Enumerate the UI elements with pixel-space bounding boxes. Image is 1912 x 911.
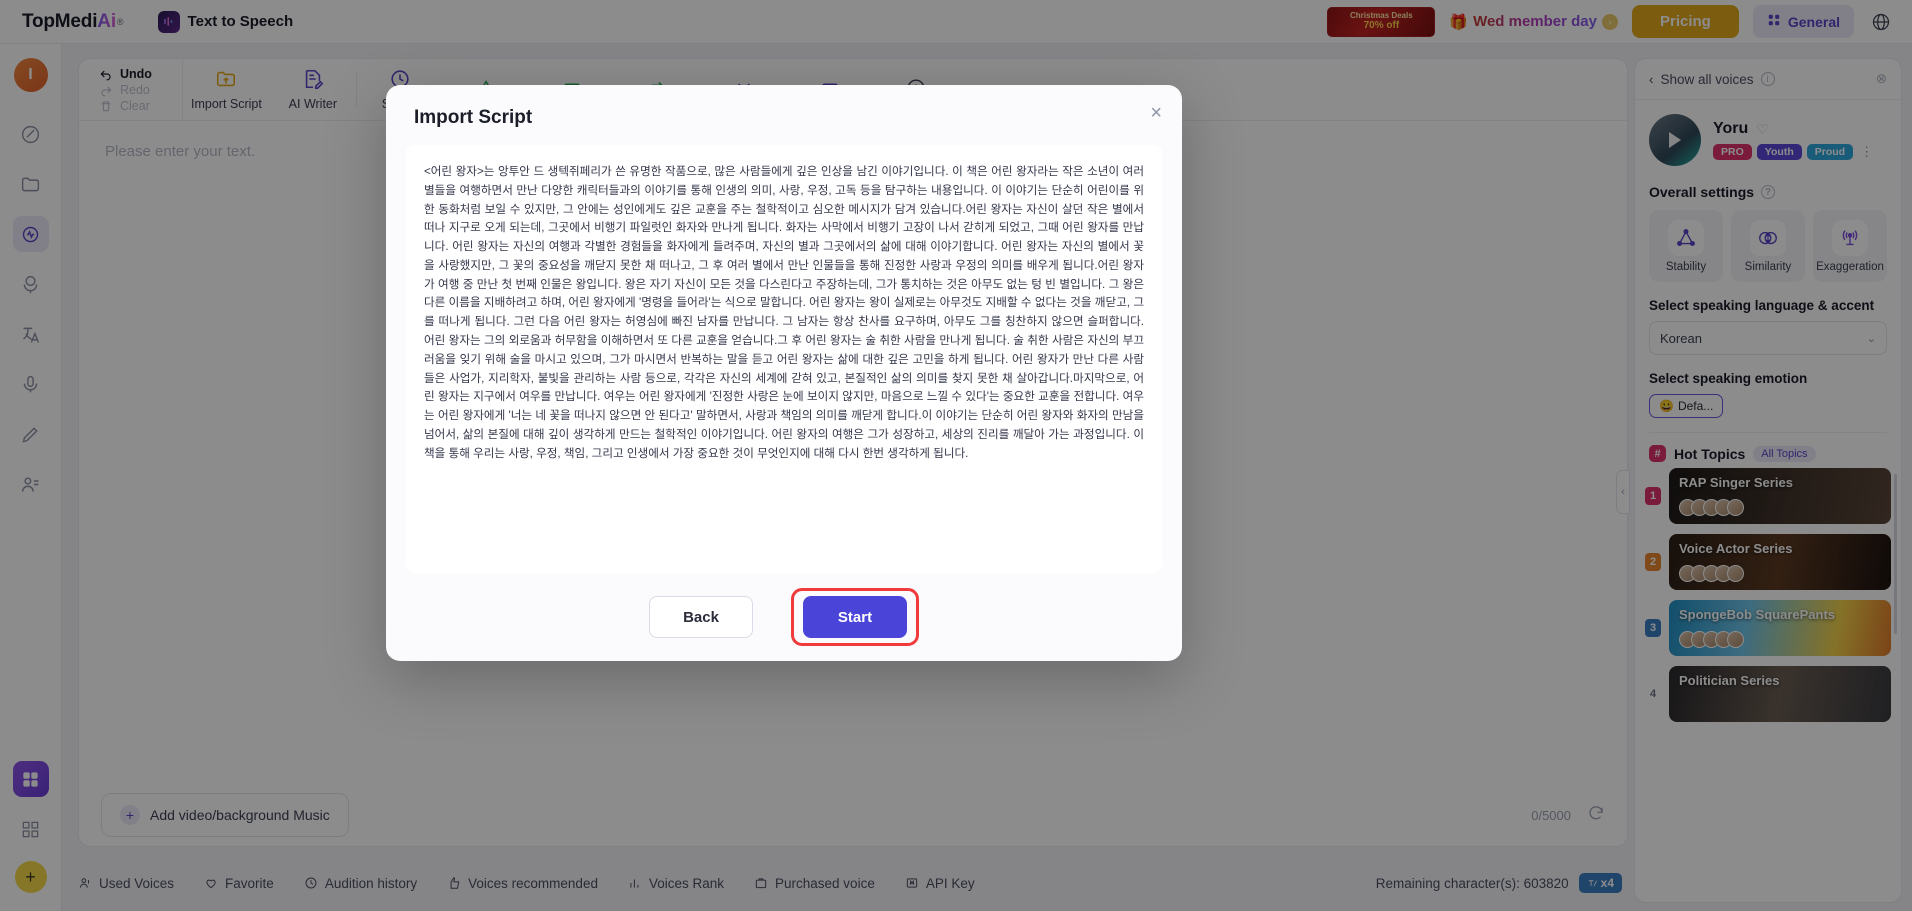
- start-button-highlight: Start: [791, 588, 919, 646]
- import-script-modal: Import Script × <어린 왕자>는 앙투안 드 생텍쥐페리가 쓴 …: [386, 85, 1182, 661]
- close-icon[interactable]: ×: [1150, 103, 1162, 123]
- back-button[interactable]: Back: [649, 596, 753, 638]
- modal-header: Import Script ×: [386, 85, 1182, 139]
- script-textarea[interactable]: <어린 왕자>는 앙투안 드 생텍쥐페리가 쓴 유명한 작품으로, 많은 사람들…: [406, 145, 1162, 573]
- start-button[interactable]: Start: [803, 596, 907, 638]
- modal-title: Import Script: [414, 107, 533, 128]
- script-text: <어린 왕자>는 앙투안 드 생텍쥐페리가 쓴 유명한 작품으로, 많은 사람들…: [424, 165, 1144, 460]
- modal-actions: Back Start: [386, 573, 1182, 661]
